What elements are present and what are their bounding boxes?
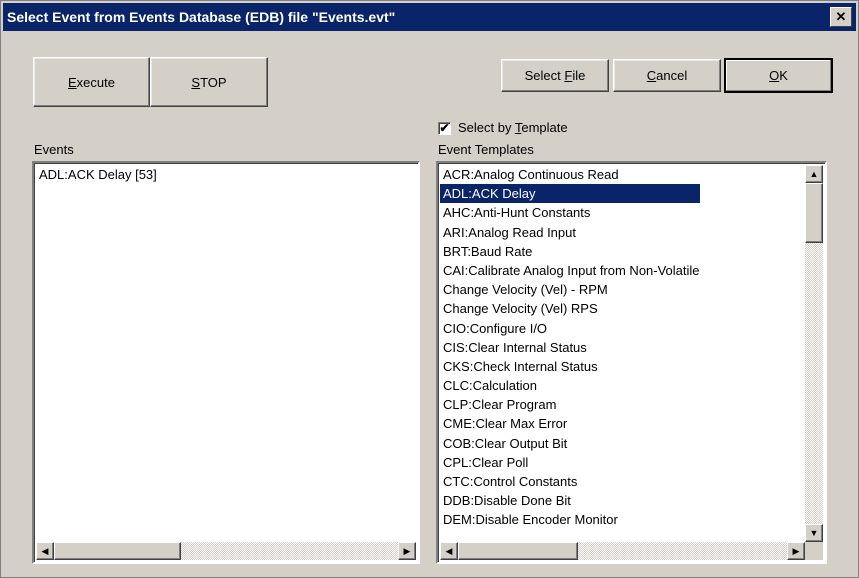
arrow-left-icon: ◀ bbox=[41, 546, 49, 556]
arrow-right-icon: ▶ bbox=[403, 546, 411, 556]
select-by-template-label[interactable]: Select by Template bbox=[458, 120, 568, 135]
list-item[interactable]: CTC:Control Constants bbox=[440, 472, 700, 491]
list-item[interactable]: DDB:Disable Done Bit bbox=[440, 491, 700, 510]
execute-label: Execute bbox=[68, 74, 115, 90]
cancel-button[interactable]: Cancel bbox=[613, 59, 721, 92]
vertical-scroll-thumb[interactable] bbox=[805, 183, 823, 243]
events-list: ADL:ACK Delay [53] bbox=[36, 165, 157, 184]
list-item[interactable]: CKS:Check Internal Status bbox=[440, 357, 700, 376]
horizontal-scroll-thumb[interactable] bbox=[458, 542, 578, 560]
select-file-button[interactable]: Select File bbox=[501, 59, 609, 92]
event-templates-listbox[interactable]: ACR:Analog Continuous Read ADL:ACK Delay A… bbox=[436, 161, 827, 564]
list-item[interactable]: CAI:Calibrate Analog Input from Non-Vola… bbox=[440, 261, 700, 280]
scroll-up-button[interactable]: ▲ bbox=[805, 165, 823, 183]
arrow-up-icon: ▲ bbox=[809, 169, 819, 179]
list-item[interactable]: DEM:Disable Encoder Monitor bbox=[440, 510, 700, 529]
list-item[interactable]: Change Velocity (Vel) - RPM bbox=[440, 280, 700, 299]
list-item[interactable]: ACR:Analog Continuous Read bbox=[440, 165, 700, 184]
cancel-label: Cancel bbox=[646, 68, 688, 83]
list-item[interactable]: CLP:Clear Program bbox=[440, 395, 700, 414]
stop-button[interactable]: STOP bbox=[150, 57, 268, 107]
scroll-right-button[interactable]: ▶ bbox=[398, 542, 416, 560]
event-templates-list: ACR:Analog Continuous Read ADL:ACK Delay A… bbox=[440, 165, 700, 530]
events-horizontal-scrollbar[interactable]: ◀ ▶ bbox=[36, 542, 416, 560]
dialog-title: Select Event from Events Database (EDB) … bbox=[7, 9, 396, 25]
ok-button[interactable]: OK bbox=[724, 58, 833, 93]
list-item[interactable]: ADL:ACK Delay bbox=[440, 184, 700, 204]
select-by-template-checkbox[interactable]: ✔ bbox=[438, 122, 451, 135]
events-listbox[interactable]: ADL:ACK Delay [53] ◀ ▶ bbox=[32, 161, 420, 564]
scroll-down-button[interactable]: ▼ bbox=[805, 524, 823, 542]
list-item[interactable]: ARI:Analog Read Input bbox=[440, 223, 700, 242]
scroll-left-button[interactable]: ◀ bbox=[36, 542, 54, 560]
templates-horizontal-scrollbar[interactable]: ◀ ▶ bbox=[440, 542, 805, 560]
close-button[interactable]: ✕ bbox=[830, 7, 852, 27]
list-item[interactable]: COB:Clear Output Bit bbox=[440, 434, 700, 453]
list-item[interactable]: CIS:Clear Internal Status bbox=[440, 338, 700, 357]
list-item[interactable]: BRT:Baud Rate bbox=[440, 242, 700, 261]
select-file-label: Select File bbox=[524, 68, 586, 83]
dialog-window: Select Event from Events Database (EDB) … bbox=[0, 0, 859, 578]
arrow-right-icon: ▶ bbox=[792, 546, 800, 556]
title-bar[interactable]: Select Event from Events Database (EDB) … bbox=[3, 3, 856, 31]
scrollbar-corner bbox=[805, 542, 823, 560]
list-item[interactable]: Change Velocity (Vel) RPS bbox=[440, 299, 700, 318]
close-icon: ✕ bbox=[835, 9, 847, 24]
list-item[interactable]: AHC:Anti-Hunt Constants bbox=[440, 203, 700, 222]
list-item[interactable]: CPL:Clear Poll bbox=[440, 453, 700, 472]
events-header: Events bbox=[34, 142, 74, 157]
arrow-down-icon: ▼ bbox=[809, 528, 819, 538]
event-templates-header: Event Templates bbox=[438, 142, 534, 157]
stop-label: STOP bbox=[191, 74, 227, 90]
list-item[interactable]: CLC:Calculation bbox=[440, 376, 700, 395]
list-item[interactable]: ADL:ACK Delay [53] bbox=[36, 165, 157, 184]
arrow-left-icon: ◀ bbox=[445, 546, 453, 556]
templates-vertical-scrollbar[interactable]: ▲ ▼ bbox=[805, 165, 823, 542]
list-item[interactable]: CIO:Configure I/O bbox=[440, 319, 700, 338]
execute-button[interactable]: Execute bbox=[33, 57, 150, 107]
scroll-right-button[interactable]: ▶ bbox=[787, 542, 805, 560]
checkmark-icon: ✔ bbox=[439, 121, 450, 135]
horizontal-scroll-thumb[interactable] bbox=[54, 542, 181, 560]
scroll-left-button[interactable]: ◀ bbox=[440, 542, 458, 560]
list-item[interactable]: CME:Clear Max Error bbox=[440, 414, 700, 433]
ok-label: OK bbox=[769, 68, 788, 83]
